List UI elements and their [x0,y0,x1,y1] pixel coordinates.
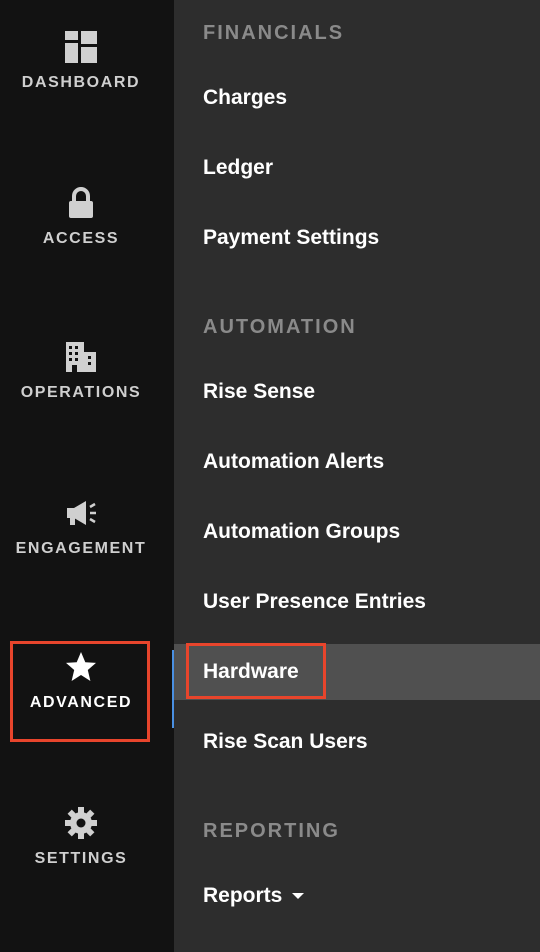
menu-panel: FINANCIALS Charges Ledger Payment Settin… [174,0,540,952]
menu-item-rise-scan-users[interactable]: Rise Scan Users [174,714,540,770]
menu-item-payment-settings[interactable]: Payment Settings [174,210,540,266]
menu-item-rise-sense[interactable]: Rise Sense [174,364,540,420]
caret-down-icon [292,893,305,899]
rail-item-settings[interactable]: SETTINGS [0,806,162,868]
rail-item-engagement[interactable]: ENGAGEMENT [0,496,162,558]
rail-item-label: SETTINGS [34,850,128,867]
megaphone-icon [64,496,98,530]
menu-item-user-presence-entries[interactable]: User Presence Entries [174,574,540,630]
rail-item-access[interactable]: ACCESS [0,186,162,248]
rail-item-label: DASHBOARD [21,74,141,91]
rail-item-label: ACCESS [42,230,120,247]
menu-item-hardware[interactable]: Hardware [174,644,540,700]
star-icon [64,650,98,684]
menu-item-charges[interactable]: Charges [174,70,540,126]
rail-item-advanced[interactable]: ADVANCED [0,650,162,712]
rail-item-label: ADVANCED [29,694,133,711]
rail-item-label: ENGAGEMENT [15,540,147,557]
building-icon [64,340,98,374]
rail-item-label: OPERATIONS [20,384,142,401]
section-title-reporting: REPORTING [203,820,340,842]
rail-item-dashboard[interactable]: DASHBOARD [0,30,162,92]
menu-item-automation-groups[interactable]: Automation Groups [174,504,540,560]
gear-icon [64,806,98,840]
section-title-automation: AUTOMATION [203,316,357,338]
rail-item-operations[interactable]: OPERATIONS [0,340,162,402]
section-title-financials: FINANCIALS [203,22,345,44]
menu-item-ledger[interactable]: Ledger [174,140,540,196]
sidebar-rail: DASHBOARD ACCESS OPERATIONS ENGAGEMENT A… [0,0,174,952]
lock-icon [64,186,98,220]
menu-item-reports[interactable]: Reports [174,868,540,924]
menu-item-automation-alerts[interactable]: Automation Alerts [174,434,540,490]
reports-label: Reports [203,884,283,907]
dashboard-icon [64,30,98,64]
